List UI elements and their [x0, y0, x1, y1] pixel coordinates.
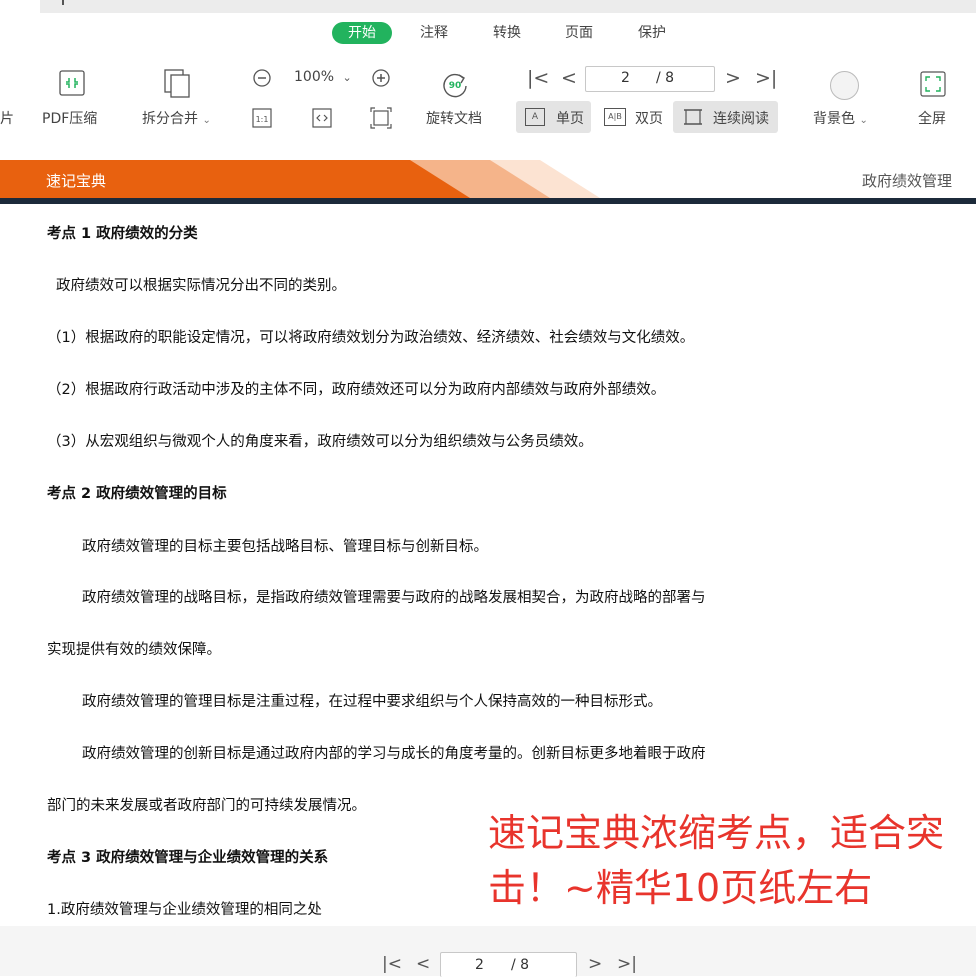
tab-annotate[interactable]: 注释: [412, 22, 456, 44]
double-page-button[interactable]: A|B 双页: [598, 101, 668, 133]
zoom-in-icon[interactable]: [371, 68, 391, 88]
fit-page-icon[interactable]: [370, 107, 392, 129]
continuous-read-icon: [683, 107, 703, 131]
tab-convert[interactable]: 转换: [485, 22, 529, 44]
rotate-icon[interactable]: 90: [441, 70, 469, 98]
paragraph: 政府绩效管理的战略目标，是指政府绩效管理需要与政府的战略发展相契合，为政府战略的…: [82, 590, 706, 606]
top-scroll-area: [40, 0, 976, 13]
banner-left-title: 速记宝典: [46, 172, 107, 190]
promo-line-2: 击！~精华10页纸左右: [488, 866, 873, 910]
zoom-out-icon[interactable]: [252, 68, 272, 88]
toolbar-partial-label[interactable]: 片: [0, 108, 14, 128]
page-header-banner: 速记宝典 政府绩效管理: [0, 160, 976, 204]
tab-start[interactable]: 开始: [332, 22, 392, 44]
continuous-read-button[interactable]: 连续阅读: [673, 101, 778, 133]
tab-protect[interactable]: 保护: [630, 22, 674, 44]
page-total: / 8: [656, 70, 675, 86]
last-page-icon[interactable]: >|: [617, 954, 637, 974]
paragraph: （1）根据政府的职能设定情况，可以将政府绩效划分为政治绩效、经济绩效、社会绩效与…: [47, 330, 695, 346]
background-color-label: 背景色: [813, 111, 855, 127]
promo-line-1: 速记宝典浓缩考点，适合突: [488, 811, 945, 855]
first-page-icon[interactable]: |<: [527, 68, 549, 88]
zoom-value: 100%: [294, 69, 335, 85]
paragraph: 实现提供有效的绩效保障。: [47, 642, 221, 658]
paragraph: 政府绩效管理的目标主要包括战略目标、管理目标与创新目标。: [82, 539, 488, 555]
section-heading-3: 考点 3 政府绩效管理与企业绩效管理的关系: [47, 850, 329, 866]
bottom-page-input[interactable]: 2 / 8: [440, 952, 577, 977]
page-current: 2: [621, 70, 630, 86]
single-page-icon: A: [525, 108, 545, 126]
fit-width-icon[interactable]: [312, 108, 332, 128]
window-top-strip: [0, 0, 976, 14]
background-color-icon[interactable]: [830, 71, 859, 100]
banner-graphic: [0, 160, 976, 204]
top-strip-mark: [62, 0, 64, 5]
double-page-label: 双页: [635, 111, 663, 127]
bottom-navigation-bar: |< < 2 / 8 > >|: [0, 926, 976, 977]
prev-page-icon[interactable]: <: [561, 68, 577, 88]
single-page-button[interactable]: A 单页: [516, 101, 591, 133]
split-merge-label: 拆分合并: [142, 111, 198, 127]
zoom-level[interactable]: 100% ⌄: [294, 69, 352, 85]
fullscreen-button[interactable]: 全屏: [918, 108, 946, 128]
split-merge-icon[interactable]: [163, 68, 193, 98]
last-page-icon[interactable]: >|: [755, 68, 777, 88]
compress-icon[interactable]: [59, 70, 85, 96]
next-page-icon[interactable]: >: [725, 68, 741, 88]
bottom-page-total: / 8: [511, 957, 530, 973]
next-page-icon[interactable]: >: [588, 954, 602, 974]
paragraph: 政府绩效管理的创新目标是通过政府内部的学习与成长的角度考量的。创新目标更多地着眼…: [82, 746, 706, 762]
paragraph: （2）根据政府行政活动中涉及的主体不同，政府绩效还可以分为政府内部绩效与政府外部…: [47, 382, 666, 398]
actual-size-icon[interactable]: 1:1: [252, 108, 272, 128]
banner-right-title: 政府绩效管理: [862, 172, 953, 190]
continuous-read-label: 连续阅读: [713, 111, 769, 127]
zoom-dropdown-icon: ⌄: [342, 71, 352, 84]
svg-text:90: 90: [449, 81, 462, 91]
fullscreen-icon[interactable]: [920, 71, 946, 97]
promo-overlay-text: 速记宝典浓缩考点，适合突 击！~精华10页纸左右: [488, 806, 976, 916]
tab-page[interactable]: 页面: [557, 22, 601, 44]
chevron-down-icon: ⌄: [202, 115, 211, 126]
background-color-button[interactable]: 背景色 ⌄: [813, 108, 868, 128]
single-page-label: 单页: [556, 111, 584, 127]
paragraph: 部门的未来发展或者政府部门的可持续发展情况。: [47, 798, 366, 814]
rotate-document-button[interactable]: 旋转文档: [426, 108, 482, 128]
first-page-icon[interactable]: |<: [382, 954, 402, 974]
paragraph: 政府绩效可以根据实际情况分出不同的类别。: [56, 278, 346, 294]
double-page-icon: A|B: [604, 108, 626, 126]
paragraph: （3）从宏观组织与微观个人的角度来看，政府绩效可以分为组织绩效与公务员绩效。: [47, 434, 593, 450]
section-heading-1: 考点 1 政府绩效的分类: [47, 226, 198, 242]
paragraph: 政府绩效管理的管理目标是注重过程，在过程中要求组织与个人保持高效的一种目标形式。: [82, 694, 662, 710]
paragraph: 1.政府绩效管理与企业绩效管理的相同之处: [47, 902, 322, 918]
svg-text:1:1: 1:1: [256, 115, 269, 124]
pdf-compress-button[interactable]: PDF压缩: [42, 108, 97, 128]
section-heading-2: 考点 2 政府绩效管理的目标: [47, 486, 227, 502]
bottom-page-current: 2: [475, 957, 484, 973]
split-merge-button[interactable]: 拆分合并 ⌄: [142, 108, 211, 128]
prev-page-icon[interactable]: <: [416, 954, 430, 974]
chevron-down-icon: ⌄: [859, 115, 868, 126]
page-number-input[interactable]: 2 / 8: [585, 66, 715, 92]
